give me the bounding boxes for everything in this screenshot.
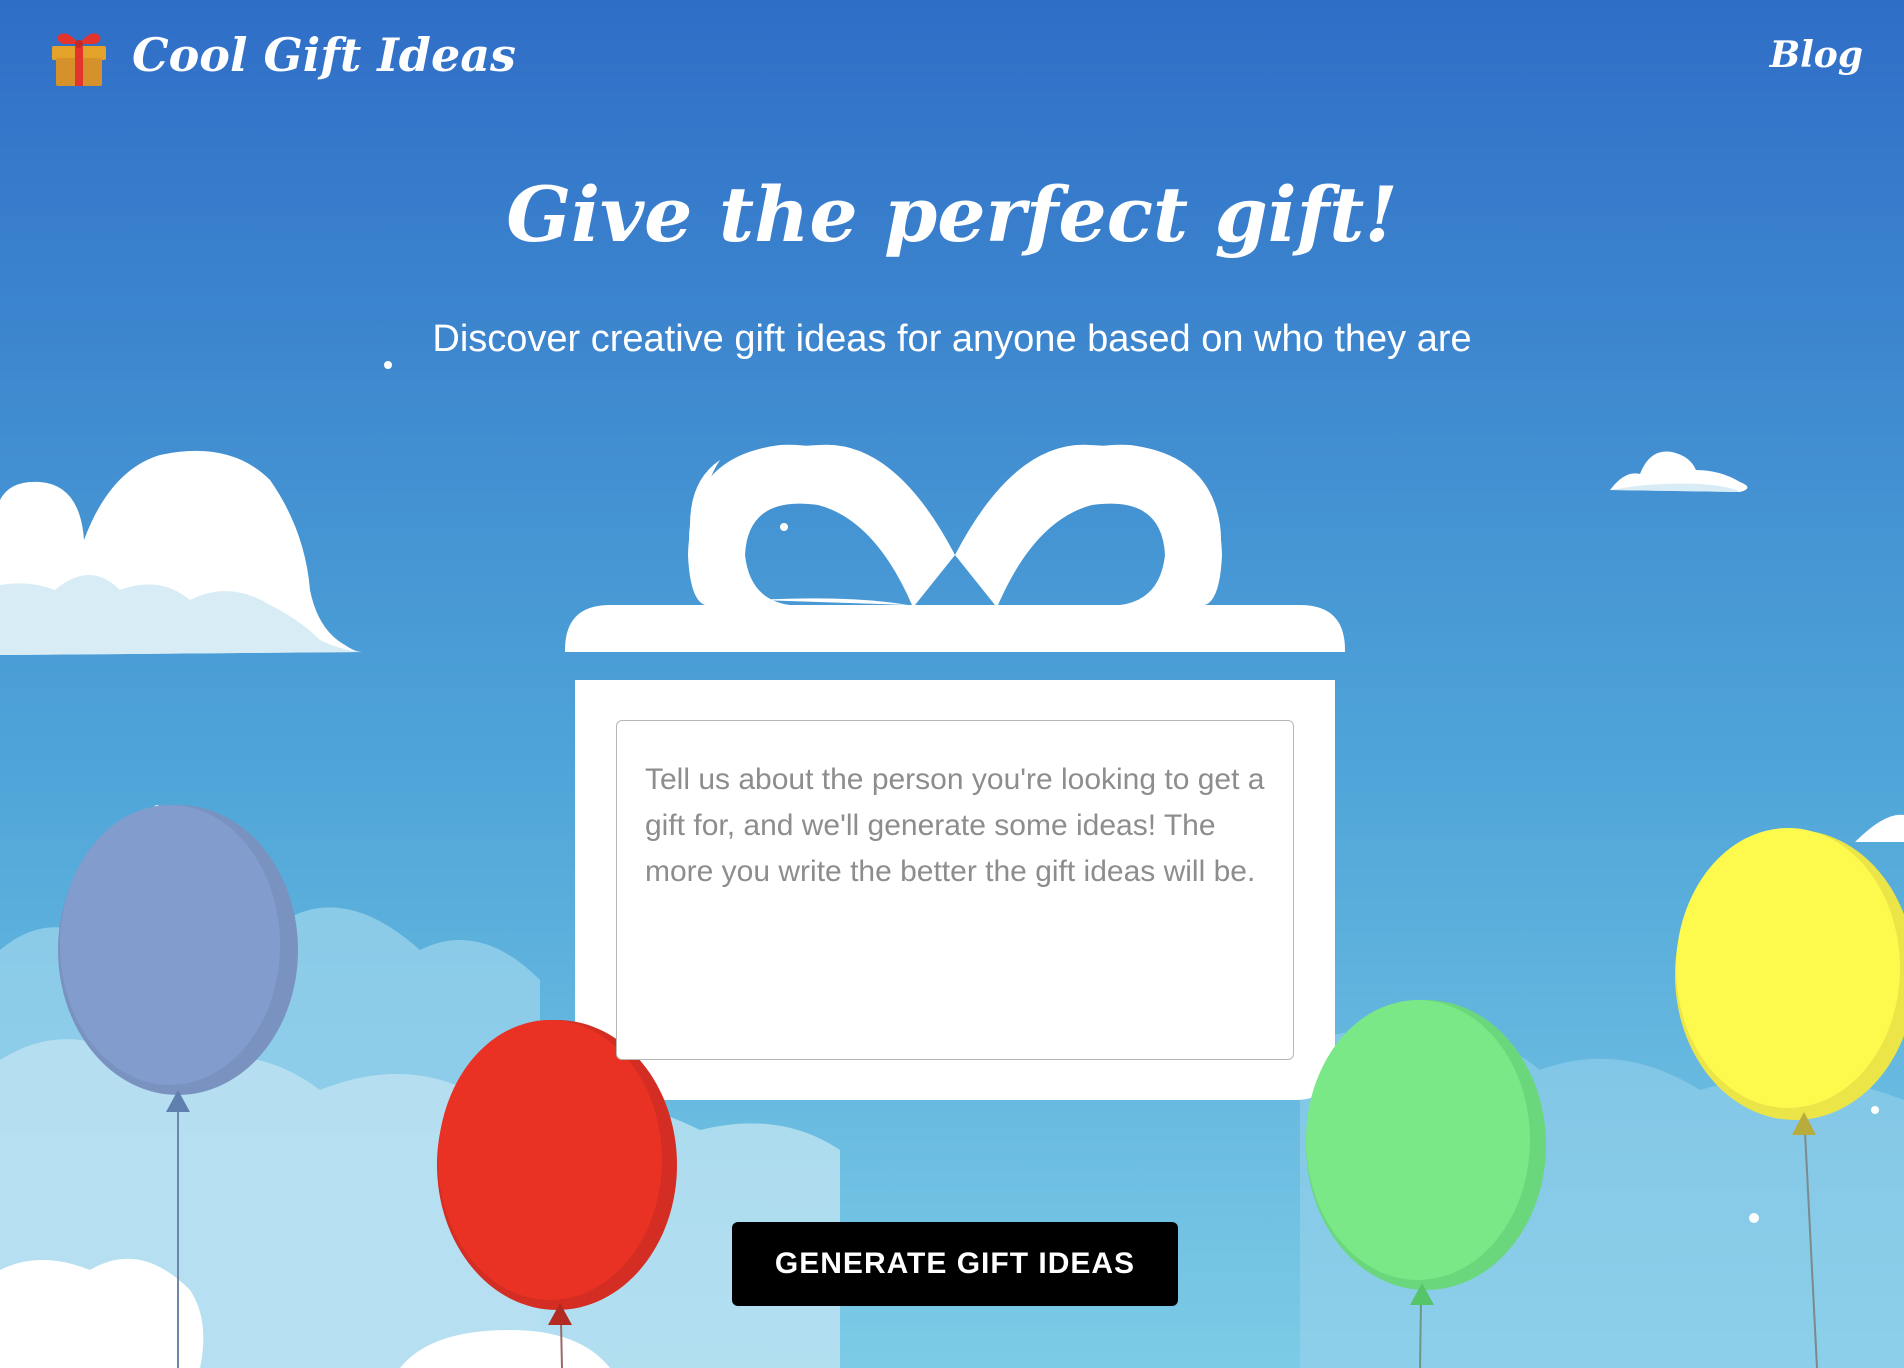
nav-blog-link[interactable]: Blog bbox=[1770, 34, 1863, 76]
person-description-input[interactable] bbox=[616, 720, 1294, 1060]
logo-text: Cool Gift Ideas bbox=[132, 28, 516, 82]
page-subtitle: Discover creative gift ideas for anyone … bbox=[432, 318, 1472, 360]
page-title: Give the perfect gift! bbox=[506, 170, 1398, 259]
gift-box-icon bbox=[52, 33, 106, 86]
site-header: Cool Gift Ideas Blog bbox=[0, 0, 1904, 110]
generate-gift-ideas-button[interactable]: GENERATE GIFT IDEAS bbox=[732, 1222, 1178, 1306]
home-logo-link[interactable]: Cool Gift Ideas bbox=[46, 22, 516, 88]
